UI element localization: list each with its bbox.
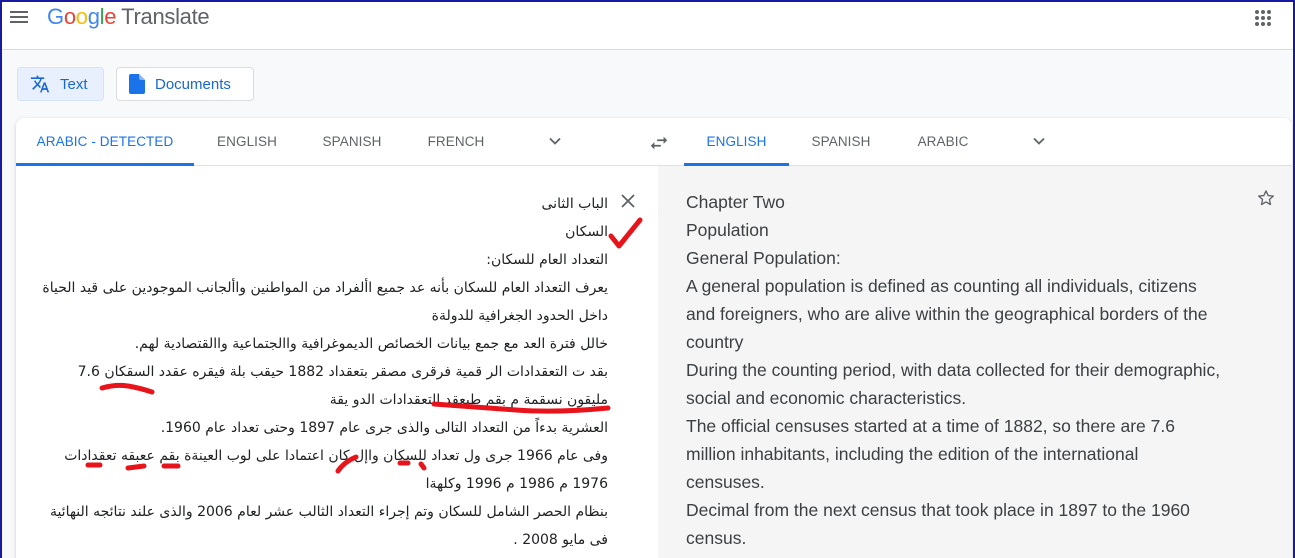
translation-line: census. — [686, 528, 747, 548]
source-line: بنظام الحصر الشامل للسكان وتم إجراء التع… — [49, 504, 608, 520]
translation-line: The official censuses started at a time … — [686, 416, 1175, 436]
logo-letter: e — [104, 4, 117, 29]
google-translate-logo[interactable]: Google Translate — [47, 4, 210, 30]
source-line: السكان — [565, 224, 608, 240]
translation-line: country — [686, 332, 744, 352]
logo-letter: o — [63, 4, 76, 29]
translate-icon — [30, 74, 50, 94]
source-line: داخل الحدود الجغرافية للدولةة — [431, 308, 608, 324]
translation-line: and foreigners, who are alive within the… — [686, 304, 1208, 324]
documents-mode-label: Documents — [155, 75, 231, 93]
translation-line: million inhabitants, including the editi… — [686, 444, 1139, 464]
document-icon — [129, 74, 145, 94]
source-line: العشرية بدءاً من التعداد التالى والذى جر… — [160, 420, 608, 436]
star-icon[interactable] — [1256, 188, 1276, 208]
source-line: الباب الثانى — [541, 196, 609, 212]
target-tab-english[interactable]: ENGLISH — [684, 118, 789, 166]
source-tab-spanish[interactable]: SPANISH — [314, 118, 390, 166]
translation-line: General Population: — [686, 248, 841, 268]
translation-line: social and economic characteristics. — [686, 388, 967, 408]
red-checkmark-annotation — [608, 217, 643, 249]
logo-letter: G — [47, 4, 64, 29]
source-line: فى مايو 2008 . — [513, 532, 608, 548]
text-mode-label: Text — [60, 75, 88, 93]
logo-letter: o — [75, 4, 88, 29]
source-tab-french[interactable]: FRENCH — [420, 118, 492, 166]
top-app-bar: Google Translate — [2, 2, 1293, 50]
target-tab-spanish[interactable]: SPANISH — [806, 118, 876, 166]
source-line: وفى عام 1966 جرى ول تعداد للسكان واإل كا… — [64, 448, 608, 464]
source-tab-english[interactable]: ENGLISH — [209, 118, 285, 166]
translation-line: Population — [686, 220, 769, 240]
source-tab-arabic-detected[interactable]: ARABIC - DETECTED — [16, 118, 194, 166]
translation-line: censuses. — [686, 472, 765, 492]
source-text-pane[interactable]: الباب الثانى السكان التعداد العام للسكان… — [16, 166, 658, 558]
source-line: يعرف التعداد العام للسكان بأنه عد جميع ا… — [42, 280, 608, 296]
source-line: التعداد العام للسكان: — [486, 252, 608, 268]
translation-line: Chapter Two — [686, 192, 785, 212]
language-bar: ARABIC - DETECTED ENGLISH SPANISH FRENCH… — [16, 118, 1292, 166]
source-line: خالل فترة العد مع جمع بيانات الخصائص الد… — [134, 336, 608, 352]
translation-output-pane: Chapter Two Population General Populatio… — [658, 166, 1292, 558]
apps-grid-icon[interactable] — [1255, 10, 1271, 26]
hamburger-menu-icon[interactable] — [10, 8, 30, 26]
documents-mode-button[interactable]: Documents — [116, 67, 254, 101]
text-mode-button[interactable]: Text — [17, 67, 104, 101]
translation-line: Decimal from the next census that took p… — [686, 500, 1190, 520]
target-tab-arabic[interactable]: ARABIC — [911, 118, 975, 166]
swap-languages-icon[interactable] — [648, 132, 670, 154]
logo-letter: g — [87, 4, 100, 29]
translation-line: A general population is defined as count… — [686, 276, 1197, 296]
source-line: بقد ت التعقدادات الر قمية فرقرى مصقر بتع… — [77, 364, 608, 380]
product-name: Translate — [121, 4, 210, 29]
translation-card: ARABIC - DETECTED ENGLISH SPANISH FRENCH… — [16, 118, 1292, 558]
translation-line: During the counting period, with data co… — [686, 360, 1221, 380]
target-more-languages-chevron-down-icon[interactable] — [1032, 134, 1046, 148]
close-icon[interactable] — [619, 192, 637, 210]
source-more-languages-chevron-down-icon[interactable] — [548, 134, 562, 148]
translation-output-text: Chapter Two Population General Populatio… — [686, 188, 1246, 552]
source-text-input[interactable]: الباب الثانى السكان التعداد العام للسكان… — [42, 190, 609, 554]
source-line: مليقون نسقمة م بقم طبعقد التعقدادات الدو… — [329, 392, 608, 408]
source-line: 1976 م 1986 م 1996 وكلهةا — [425, 476, 608, 492]
